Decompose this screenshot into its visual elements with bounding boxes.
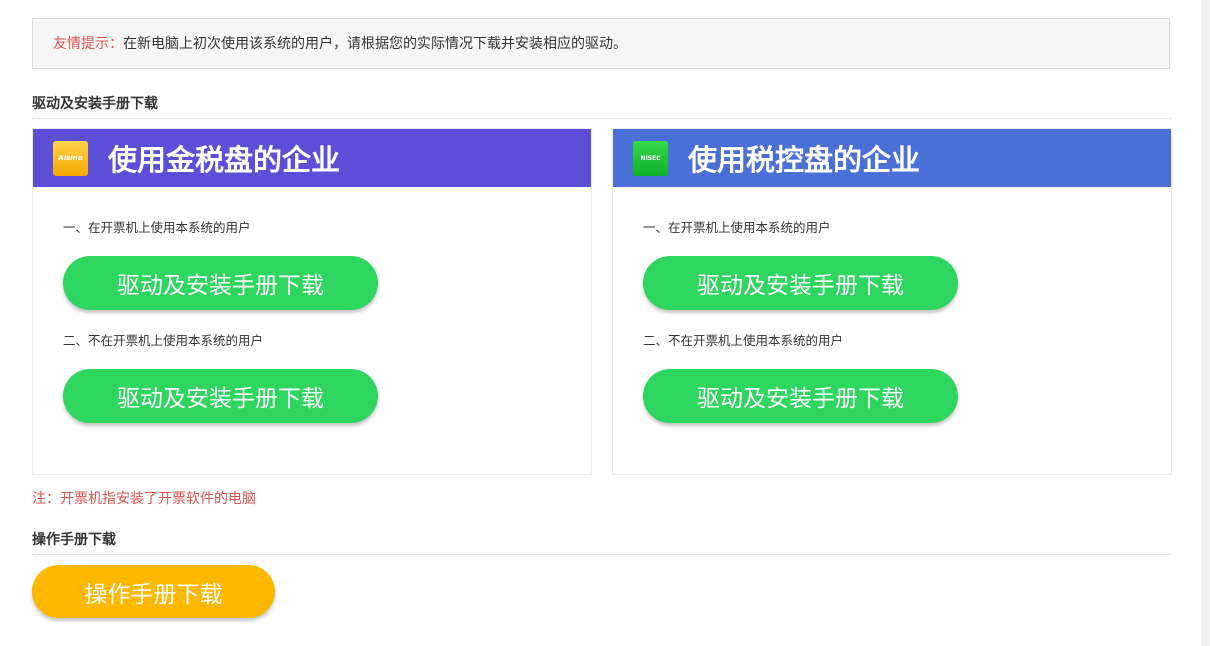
manual-download-button[interactable]: 操作手册下载 (32, 565, 275, 618)
section-title-drivers: 驱动及安装手册下载 (32, 93, 1172, 119)
driver-download-button-1[interactable]: 驱动及安装手册下载 (643, 256, 958, 310)
note-text: 注：开票机指安装了开票软件的电脑 (32, 491, 256, 507)
tip-box: 友情提示：在新电脑上初次使用该系统的用户，请根据您的实际情况下载并安装相应的驱动… (32, 18, 1170, 69)
panel-header: NISEC 使用税控盘的企业 (613, 129, 1171, 187)
panel-title: 使用金税盘的企业 (108, 143, 341, 177)
panel-title: 使用税控盘的企业 (688, 143, 921, 177)
tip-label: 友情提示： (53, 36, 123, 52)
scrollbar[interactable] (1201, 0, 1210, 646)
driver-download-button-2[interactable]: 驱动及安装手册下载 (643, 369, 958, 423)
aisino-logo-icon: Aisino (53, 140, 88, 176)
panel-line-1: 一、在开票机上使用本系统的用户 (643, 220, 831, 235)
section-title-manual: 操作手册下载 (32, 529, 1172, 555)
driver-download-button-2[interactable]: 驱动及安装手册下载 (63, 369, 378, 423)
panel-line-2: 二、不在开票机上使用本系统的用户 (63, 333, 264, 348)
panel-golden-tax: Aisino 使用金税盘的企业 一、在开票机上使用本系统的用户 驱动及安装手册下… (32, 128, 592, 475)
panel-line-2: 二、不在开票机上使用本系统的用户 (643, 333, 844, 348)
driver-download-button-1[interactable]: 驱动及安装手册下载 (63, 256, 378, 310)
panel-header: Aisino 使用金税盘的企业 (33, 129, 591, 187)
panel-tax-control: NISEC 使用税控盘的企业 一、在开票机上使用本系统的用户 驱动及安装手册下载… (612, 128, 1172, 475)
panel-line-1: 一、在开票机上使用本系统的用户 (63, 220, 251, 235)
tip-text: 在新电脑上初次使用该系统的用户，请根据您的实际情况下载并安装相应的驱动。 (123, 36, 627, 52)
nisec-logo-icon: NISEC (633, 140, 668, 176)
